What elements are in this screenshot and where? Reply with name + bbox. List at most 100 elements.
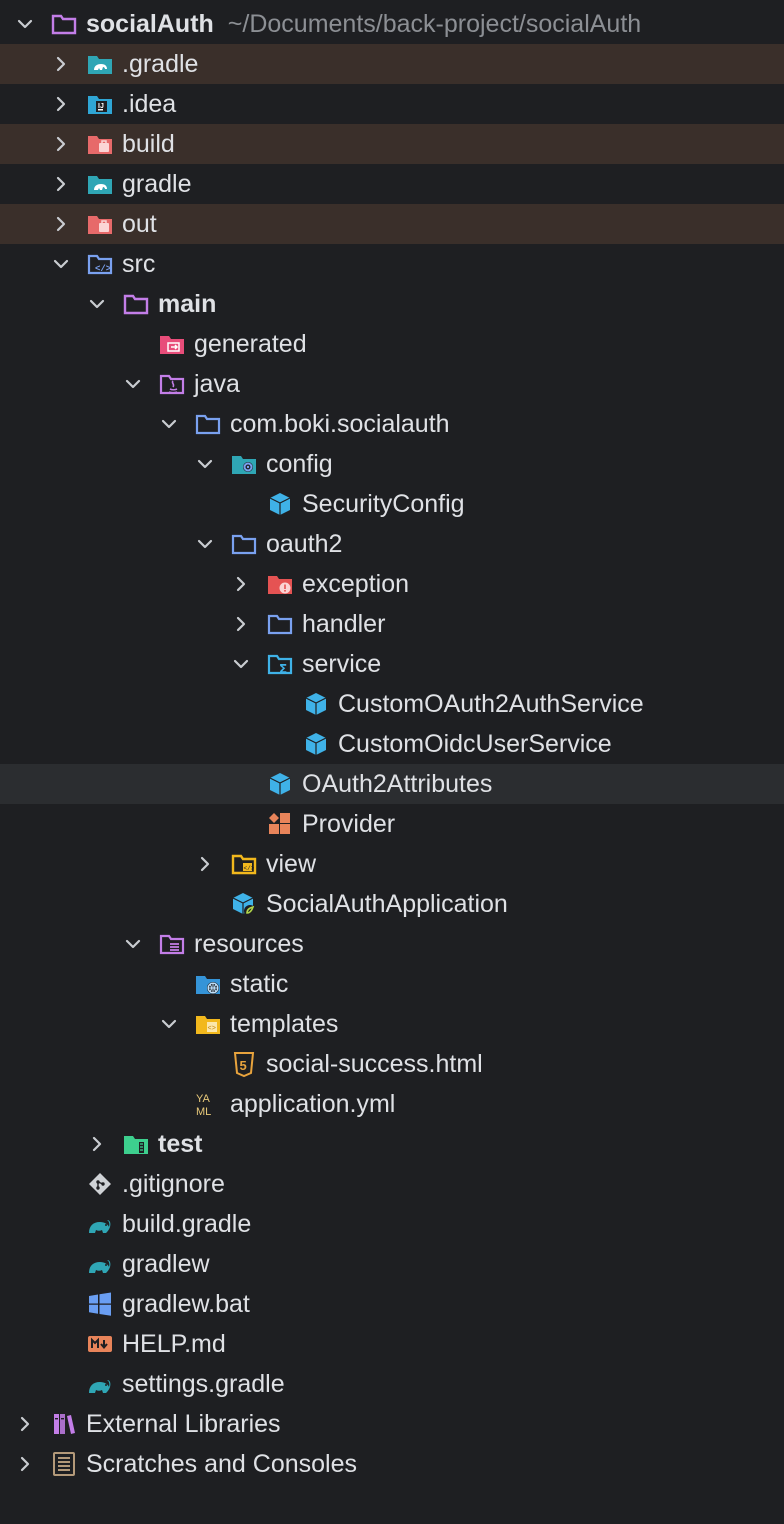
chevron-down-icon[interactable]	[50, 253, 72, 275]
test-folder-icon	[122, 1130, 150, 1158]
tree-item-label: application.yml	[230, 1089, 396, 1118]
tree-row-file-build-gradle[interactable]: build.gradle	[0, 1204, 784, 1244]
gradle-elephant-icon	[86, 1250, 114, 1278]
tree-row-file-help-md[interactable]: HELP.md	[0, 1324, 784, 1364]
spring-class-icon	[230, 890, 258, 918]
tree-row-folder-gradle-hidden[interactable]: .gradle	[0, 44, 784, 84]
excluded-folder-icon	[86, 130, 114, 158]
tree-row-package-com-boki-socialauth[interactable]: com.boki.socialauth	[0, 404, 784, 444]
tree-row-folder-src[interactable]: </> src	[0, 244, 784, 284]
project-path: ~/Documents/back-project/socialAuth	[227, 9, 642, 38]
tree-row-folder-java[interactable]: java	[0, 364, 784, 404]
idea-folder-icon: IJ	[86, 90, 114, 118]
tree-item-label: SocialAuthApplication	[266, 889, 508, 918]
chevron-right-icon[interactable]	[50, 133, 72, 155]
chevron-down-icon[interactable]	[194, 533, 216, 555]
tree-row-package-config[interactable]: config	[0, 444, 784, 484]
chevron-right-icon[interactable]	[86, 1133, 108, 1155]
tree-item-label: handler	[302, 609, 386, 638]
tree-row-folder-build[interactable]: build	[0, 124, 784, 164]
tree-row-file-application-yml[interactable]: YA ML application.yml	[0, 1084, 784, 1124]
tree-item-label: view	[266, 849, 317, 878]
tree-row-file-provider[interactable]: Provider	[0, 804, 784, 844]
tree-item-label: External Libraries	[86, 1409, 281, 1438]
tree-row-file-oauth2attributes[interactable]: OAuth2Attributes	[0, 764, 784, 804]
tree-row-file-gitignore[interactable]: .gitignore	[0, 1164, 784, 1204]
tree-item-label: src	[122, 249, 156, 278]
chevron-down-icon[interactable]	[14, 13, 36, 35]
chevron-right-icon[interactable]	[230, 573, 252, 595]
tree-item-label: generated	[194, 329, 307, 358]
tree-row-file-customoauth2authservice[interactable]: CustomOAuth2AuthService	[0, 684, 784, 724]
chevron-down-icon[interactable]	[158, 413, 180, 435]
tree-row-file-gradlew-bat[interactable]: gradlew.bat	[0, 1284, 784, 1324]
tree-item-label: Provider	[302, 809, 396, 838]
tree-row-file-social-success-html[interactable]: 5 social-success.html	[0, 1044, 784, 1084]
chevron-right-icon[interactable]	[230, 613, 252, 635]
tree-item-label: gradlew	[122, 1249, 210, 1278]
scratches-icon	[50, 1450, 78, 1478]
tree-item-label: .idea	[122, 89, 177, 118]
tree-row-file-customoidcuserservice[interactable]: CustomOidcUserService	[0, 724, 784, 764]
chevron-down-icon[interactable]	[86, 293, 108, 315]
tree-row-folder-idea[interactable]: IJ .idea	[0, 84, 784, 124]
yaml-icon: YA ML	[194, 1090, 222, 1118]
tree-row-folder-gradle[interactable]: gradle	[0, 164, 784, 204]
chevron-right-icon[interactable]	[14, 1413, 36, 1435]
chevron-right-icon[interactable]	[194, 853, 216, 875]
tree-item-label: .gitignore	[122, 1169, 225, 1198]
svg-text:ML: ML	[196, 1106, 211, 1118]
tree-row-folder-out[interactable]: out	[0, 204, 784, 244]
project-tree: socialAuth ~/Documents/back-project/socia…	[0, 0, 784, 1484]
service-folder-icon: Σ	[266, 650, 294, 678]
tree-row-file-settings-gradle[interactable]: settings.gradle	[0, 1364, 784, 1404]
enum-icon	[266, 810, 294, 838]
tree-row-package-oauth2[interactable]: oauth2	[0, 524, 784, 564]
generated-folder-icon	[158, 330, 186, 358]
git-icon	[86, 1170, 114, 1198]
resources-folder-icon	[158, 930, 186, 958]
chevron-right-icon[interactable]	[50, 213, 72, 235]
chevron-down-icon[interactable]	[122, 373, 144, 395]
tree-row-package-exception[interactable]: exception	[0, 564, 784, 604]
tree-item-label: service	[302, 649, 382, 678]
tree-row-node-scratches-consoles[interactable]: Scratches and Consoles	[0, 1444, 784, 1484]
tree-item-label: CustomOAuth2AuthService	[338, 689, 644, 718]
tree-row-file-socialauthapplication[interactable]: SocialAuthApplication	[0, 884, 784, 924]
tree-item-label: java	[194, 369, 240, 398]
tree-row-folder-templates[interactable]: <> templates	[0, 1004, 784, 1044]
tree-row-folder-test[interactable]: test	[0, 1124, 784, 1164]
excluded-folder-icon	[86, 210, 114, 238]
package-icon	[230, 530, 258, 558]
tree-row-file-securityconfig[interactable]: SecurityConfig	[0, 484, 784, 524]
tree-item-label: gradlew.bat	[122, 1289, 250, 1318]
exception-folder-icon	[266, 570, 294, 598]
gradle-folder-icon	[86, 170, 114, 198]
tree-row-node-external-libraries[interactable]: External Libraries	[0, 1404, 784, 1444]
tree-row-project-root[interactable]: socialAuth ~/Documents/back-project/socia…	[0, 4, 784, 44]
tree-row-folder-resources[interactable]: resources	[0, 924, 784, 964]
tree-row-file-gradlew[interactable]: gradlew	[0, 1244, 784, 1284]
chevron-down-icon[interactable]	[122, 933, 144, 955]
windows-icon	[86, 1290, 114, 1318]
tree-item-label: build	[122, 129, 175, 158]
web-folder-icon	[194, 970, 222, 998]
tree-item-label: resources	[194, 929, 304, 958]
libraries-icon	[50, 1410, 78, 1438]
tree-row-package-handler[interactable]: handler	[0, 604, 784, 644]
chevron-right-icon[interactable]	[50, 93, 72, 115]
tree-row-folder-static[interactable]: static	[0, 964, 784, 1004]
chevron-right-icon[interactable]	[14, 1453, 36, 1475]
chevron-down-icon[interactable]	[158, 1013, 180, 1035]
tree-item-label: main	[158, 289, 217, 318]
chevron-right-icon[interactable]	[50, 53, 72, 75]
tree-row-package-service[interactable]: Σservice	[0, 644, 784, 684]
chevron-down-icon[interactable]	[230, 653, 252, 675]
tree-item-label: HELP.md	[122, 1329, 226, 1358]
chevron-down-icon[interactable]	[194, 453, 216, 475]
chevron-right-icon[interactable]	[50, 173, 72, 195]
tree-row-package-view[interactable]: </> view	[0, 844, 784, 884]
tree-row-folder-main[interactable]: main	[0, 284, 784, 324]
tree-row-folder-generated[interactable]: generated	[0, 324, 784, 364]
tree-item-label: OAuth2Attributes	[302, 769, 493, 798]
